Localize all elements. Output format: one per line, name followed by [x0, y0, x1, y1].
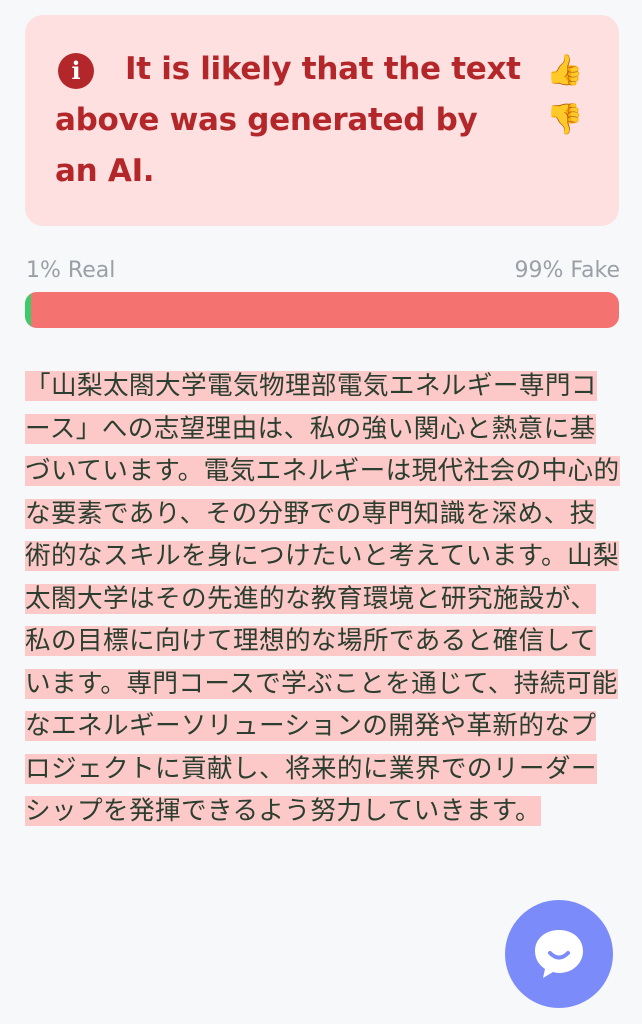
score-bar — [25, 292, 619, 328]
score-labels: 1% Real 99% Fake — [26, 258, 620, 288]
thumbs-up-icon[interactable]: 👍 — [546, 52, 584, 90]
highlighted-ai-text: 「山梨太閤大学電気物理部電気エネルギー専門コース」への志望理由は、私の強い関心と… — [25, 371, 620, 826]
fake-score-label: 99% Fake — [514, 258, 621, 283]
real-score-label: 1% Real — [26, 258, 116, 283]
ai-result-message: It is likely that the text above was gen… — [55, 51, 521, 189]
real-score-fill — [25, 292, 31, 328]
chat-button[interactable] — [505, 900, 613, 1008]
thumbs-down-icon[interactable]: 👎 — [546, 101, 584, 139]
analyzed-text: 「山梨太閤大学電気物理部電気エネルギー専門コース」への志望理由は、私の強い関心と… — [25, 365, 621, 833]
chat-bubble-icon — [535, 930, 583, 978]
